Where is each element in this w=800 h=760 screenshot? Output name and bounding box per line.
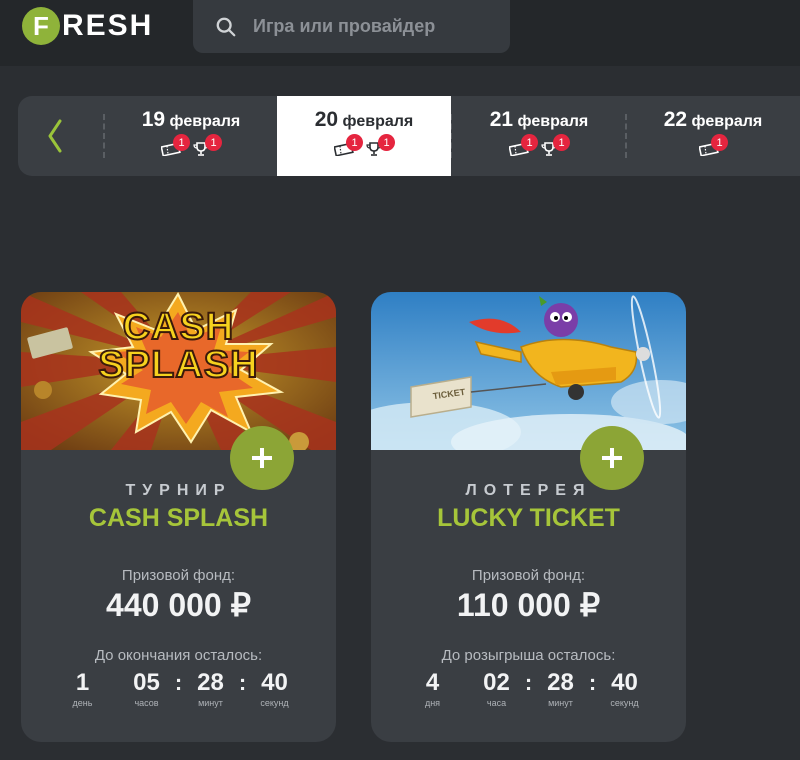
timer-separator: : (524, 670, 533, 695)
timer-minutes-value: 28 (547, 669, 574, 696)
timer-minutes-label: минут (548, 698, 573, 708)
date-label: 22 февраля (664, 108, 763, 132)
lottery-count: 1 (509, 134, 538, 156)
lottery-count: 1 (699, 134, 728, 156)
timer-separator: : (174, 670, 183, 695)
date-divider (625, 114, 627, 158)
lucky-ticket-banner: TICKET (371, 292, 686, 450)
banner-text-line-2: SPLASH (97, 343, 259, 387)
date-tab-20[interactable]: 20 февраля 1 1 (277, 96, 451, 176)
timer-seconds-label: секунд (610, 698, 639, 708)
date-day: 19 (141, 108, 166, 131)
countdown-timer: 4дня : 02часа : 28минут : 40секунд (371, 669, 686, 708)
tournament-card[interactable]: CASH SPLASH ТУРНИР CASH SPLASH Призовой … (21, 292, 336, 742)
chevron-left-icon (48, 119, 62, 153)
date-day: 20 (314, 108, 339, 131)
plus-icon (602, 448, 622, 468)
timer-separator: : (238, 670, 247, 695)
date-selector: 19 февраля 1 1 20 февраля 1 1 21 февраля 1 1 2… (18, 96, 800, 176)
date-divider (103, 114, 105, 158)
lottery-card[interactable]: TICKET ЛОТЕРЕЯ LUCKY TICKET Призовой фон… (371, 292, 686, 742)
prev-dates-button[interactable] (40, 116, 70, 156)
date-month: февраля (169, 113, 241, 130)
search-input[interactable] (253, 16, 493, 37)
date-day: 22 (663, 108, 688, 131)
tournament-count-badge: 1 (205, 134, 222, 151)
date-label: 21 февраля (490, 108, 589, 132)
search-bar[interactable] (193, 0, 510, 53)
banner-text-line-1: CASH (122, 305, 235, 349)
lottery-count-badge: 1 (173, 134, 190, 151)
tournament-count: 1 (366, 134, 395, 156)
logo-text: RESH (62, 9, 154, 42)
date-month: февраля (517, 113, 589, 130)
date-event-icons: 11 (161, 134, 222, 156)
timer-label: До окончания осталось: (94, 647, 263, 664)
tournament-count-badge: 1 (378, 134, 395, 151)
timer-seconds-value: 40 (261, 669, 288, 696)
prize-label: Призовой фонд: (471, 567, 586, 584)
add-button[interactable] (230, 426, 294, 490)
timer-days-label: дня (424, 698, 441, 708)
cash-splash-banner: CASH SPLASH (21, 292, 336, 450)
timer-seconds-label: секунд (260, 698, 289, 708)
logo-letter: F (22, 7, 60, 45)
timer-hours-label: часов (134, 698, 159, 708)
date-tab-22[interactable]: 22 февраля 1 (628, 96, 798, 176)
timer-label: До розыгрыша осталось: (441, 647, 616, 664)
tournament-count: 1 (541, 134, 570, 156)
timer-days-value: 4 (425, 669, 440, 696)
date-month: февраля (342, 113, 414, 130)
timer-seconds-value: 40 (611, 669, 638, 696)
add-button[interactable] (580, 426, 644, 490)
date-event-icons: 11 (334, 134, 395, 156)
tournament-count: 1 (193, 134, 222, 156)
lottery-count-badge: 1 (521, 134, 538, 151)
card-title[interactable]: CASH SPLASH (21, 504, 336, 533)
date-tab-21[interactable]: 21 февраля 1 1 (454, 96, 624, 176)
date-event-icons: 1 (699, 134, 728, 156)
timer-minutes-label: минут (198, 698, 223, 708)
prize-value: 440 000 ₽ (106, 587, 251, 623)
timer-hours-value: 02 (483, 669, 510, 696)
lottery-count-badge: 1 (711, 134, 728, 151)
date-label: 19 февраля (142, 108, 241, 132)
lottery-count: 1 (161, 134, 190, 156)
top-header: F RESH (0, 0, 800, 66)
prize-label: Призовой фонд: (121, 567, 236, 584)
date-day: 21 (489, 108, 514, 131)
card-title[interactable]: LUCKY TICKET (371, 504, 686, 533)
logo[interactable]: F RESH (22, 6, 153, 46)
card-type: ТУРНИР (125, 482, 232, 499)
tournament-count-badge: 1 (553, 134, 570, 151)
lottery-count: 1 (334, 134, 363, 156)
timer-hours-value: 05 (133, 669, 160, 696)
plus-icon (252, 448, 272, 468)
date-month: февраля (691, 113, 763, 130)
timer-hours-label: часа (486, 698, 507, 708)
date-event-icons: 11 (509, 134, 570, 156)
card-type: ЛОТЕРЕЯ (465, 482, 592, 499)
timer-days-value: 1 (75, 669, 90, 696)
date-tab-19[interactable]: 19 февраля 1 1 (106, 96, 276, 176)
prize-value: 110 000 ₽ (456, 587, 601, 623)
search-icon (216, 17, 236, 36)
lottery-count-badge: 1 (346, 134, 363, 151)
countdown-timer: 1день : 05часов : 28минут : 40секунд (21, 669, 336, 708)
timer-minutes-value: 28 (197, 669, 224, 696)
timer-days-label: день (72, 698, 93, 708)
timer-separator: : (588, 670, 597, 695)
date-label: 20 февраля (315, 108, 414, 132)
